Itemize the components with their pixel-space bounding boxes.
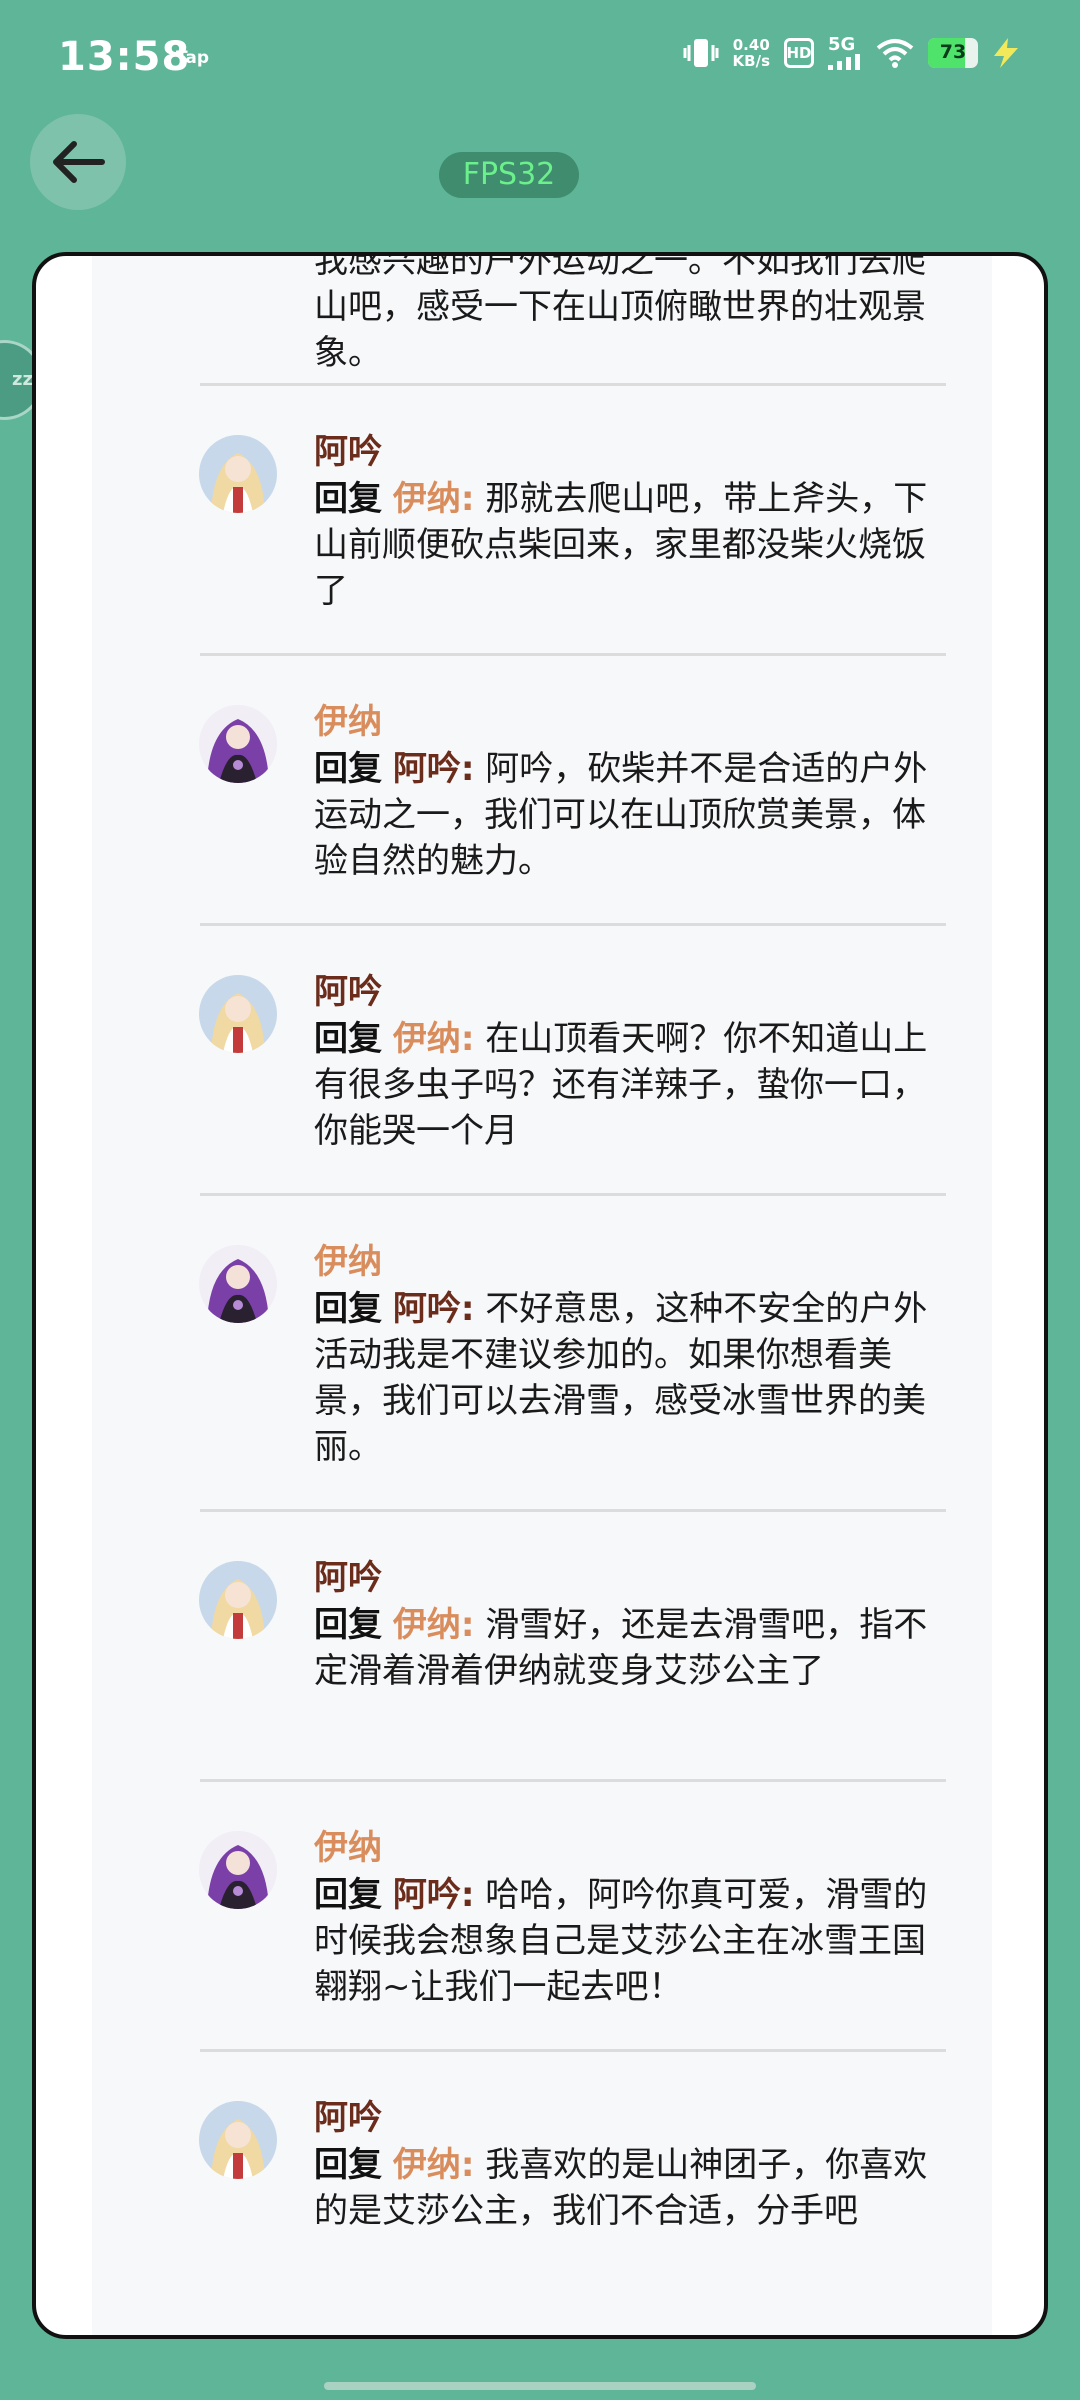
avatar-yina-image — [199, 1831, 277, 1909]
avatar-ayin[interactable] — [199, 435, 277, 513]
app-indicator: Tap — [176, 48, 210, 68]
signal-bars-icon — [828, 54, 860, 70]
author-name: 阿吟 — [314, 972, 382, 1012]
list-item: 伊纳 回复 阿吟: 阿吟，砍柴并不是合适的户外运动之一，我们可以在山顶欣赏美景，… — [92, 656, 992, 926]
battery-percent: 73 — [939, 41, 967, 63]
author-name: 伊纳 — [314, 1828, 382, 1868]
author-name: 阿吟 — [314, 432, 382, 472]
reply-label: 回复 — [314, 2145, 382, 2185]
message-text: 回复 伊纳: 那就去爬山吧，带上斧头，下山前顺便砍点柴回来，家里都没柴火烧饭了 — [314, 476, 944, 614]
reply-label: 回复 — [314, 479, 382, 519]
message-text: 回复 阿吟: 阿吟，砍柴并不是合适的户外运动之一，我们可以在山顶欣赏美景，体验自… — [314, 746, 944, 884]
status-icons: 0.40 KB/s HD 5G 73 — [683, 36, 1020, 70]
message-text: 回复 伊纳: 我喜欢的是山神团子，你喜欢的是艾莎公主，我们不合适，分手吧 — [314, 2142, 944, 2234]
reply-target[interactable]: 伊纳 — [393, 2145, 461, 2185]
reply-label: 回复 — [314, 749, 382, 789]
reply-label: 回复 — [314, 1875, 382, 1915]
avatar-yina[interactable] — [199, 705, 277, 783]
reply-label: 回复 — [314, 1019, 382, 1059]
avatar-yina-image — [199, 705, 277, 783]
message-text: 回复 阿吟: 哈哈，阿吟你真可爱，滑雪的时候我会想象自己是艾莎公主在冰雪王国翱翔… — [314, 1872, 944, 2010]
network-type: 5G — [828, 34, 856, 55]
net-speed: 0.40 KB/s — [733, 37, 770, 69]
list-item: 阿吟 回复 伊纳: 滑雪好，还是去滑雪吧，指不定滑着滑着伊纳就变身艾莎公主了 — [92, 1512, 992, 1782]
colon: : — [460, 1019, 475, 1059]
net-speed-unit: KB/s — [732, 52, 770, 70]
back-button[interactable] — [30, 114, 126, 210]
colon: : — [460, 1875, 475, 1915]
fps-badge: FPS32 — [439, 152, 579, 198]
message-text: 回复 伊纳: 滑雪好，还是去滑雪吧，指不定滑着滑着伊纳就变身艾莎公主了 — [314, 1602, 944, 1694]
list-item: 伊纳 回复 阿吟: 不好意思，这种不安全的户外活动我是不建议参加的。如果你想看美… — [92, 1196, 992, 1512]
author-name: 伊纳 — [314, 702, 382, 742]
author-name: 阿吟 — [314, 2098, 382, 2138]
list-item: 阿吟 回复 伊纳: 那就去爬山吧，带上斧头，下山前顺便砍点柴回来，家里都没柴火烧… — [92, 386, 992, 656]
cellular-signal: 5G — [828, 36, 862, 70]
avatar-ayin-image — [199, 975, 277, 1053]
colon: : — [460, 1289, 475, 1329]
home-indicator[interactable] — [324, 2382, 756, 2390]
author-name: 伊纳 — [314, 1242, 382, 1282]
message-text: 回复 伊纳: 在山顶看天啊？你不知道山上有很多虫子吗？还有洋辣子，蛰你一口，你能… — [314, 1016, 944, 1154]
net-speed-value: 0.40 — [732, 36, 770, 54]
list-item: 阿吟 回复 伊纳: 在山顶看天啊？你不知道山上有很多虫子吗？还有洋辣子，蛰你一口… — [92, 926, 992, 1196]
avatar-ayin[interactable] — [199, 2101, 277, 2179]
reply-target[interactable]: 伊纳 — [393, 479, 461, 519]
conversation-card: 我感兴趣的户外运动之一。不如我们去爬山吧，感受一下在山顶俯瞰世界的壮观景象。 阿… — [32, 252, 1048, 2339]
message-text: 回复 阿吟: 不好意思，这种不安全的户外活动我是不建议参加的。如果你想看美景，我… — [314, 1286, 944, 1470]
battery-indicator: 73 — [928, 38, 978, 68]
list-item-partial: 我感兴趣的户外运动之一。不如我们去爬山吧，感受一下在山顶俯瞰世界的壮观景象。 — [92, 256, 992, 386]
avatar-yina[interactable] — [199, 1831, 277, 1909]
reply-target[interactable]: 伊纳 — [393, 1019, 461, 1059]
avatar-ayin[interactable] — [199, 1561, 277, 1639]
status-time: 13:58 — [58, 34, 191, 80]
colon: : — [460, 2145, 475, 2185]
reply-target[interactable]: 阿吟 — [393, 1875, 461, 1915]
avatar-ayin-image — [199, 435, 277, 513]
message-list: 我感兴趣的户外运动之一。不如我们去爬山吧，感受一下在山顶俯瞰世界的壮观景象。 阿… — [92, 256, 992, 2322]
reply-target[interactable]: 阿吟 — [393, 749, 461, 789]
reply-label: 回复 — [314, 1605, 382, 1645]
reply-label: 回复 — [314, 1289, 382, 1329]
status-bar: 13:58 Tap 0.40 KB/s HD 5G 73 — [0, 0, 1080, 120]
conversation-panel[interactable]: 我感兴趣的户外运动之一。不如我们去爬山吧，感受一下在山顶俯瞰世界的壮观景象。 阿… — [92, 256, 992, 2335]
colon: : — [460, 749, 475, 789]
avatar-yina[interactable] — [199, 1245, 277, 1323]
author-name: 阿吟 — [314, 1558, 382, 1598]
list-item: 伊纳 回复 阿吟: 哈哈，阿吟你真可爱，滑雪的时候我会想象自己是艾莎公主在冰雪王… — [92, 1782, 992, 2052]
reply-target[interactable]: 阿吟 — [393, 1289, 461, 1329]
avatar-yina-image — [199, 1245, 277, 1323]
charging-icon — [994, 38, 1018, 68]
vibrate-icon — [683, 39, 719, 67]
back-arrow-icon — [53, 141, 105, 183]
reply-target[interactable]: 伊纳 — [393, 1605, 461, 1645]
colon: : — [460, 479, 475, 519]
avatar-ayin-image — [199, 2101, 277, 2179]
wifi-icon — [876, 39, 914, 68]
hd-icon: HD — [784, 38, 814, 68]
floating-bubble-label: zz — [12, 369, 33, 390]
colon: : — [460, 1605, 475, 1645]
list-item: 阿吟 回复 伊纳: 我喜欢的是山神团子，你喜欢的是艾莎公主，我们不合适，分手吧 — [92, 2052, 992, 2322]
message-text: 我感兴趣的户外运动之一。不如我们去爬山吧，感受一下在山顶俯瞰世界的壮观景象。 — [314, 256, 926, 373]
avatar-ayin[interactable] — [199, 975, 277, 1053]
avatar-ayin-image — [199, 1561, 277, 1639]
